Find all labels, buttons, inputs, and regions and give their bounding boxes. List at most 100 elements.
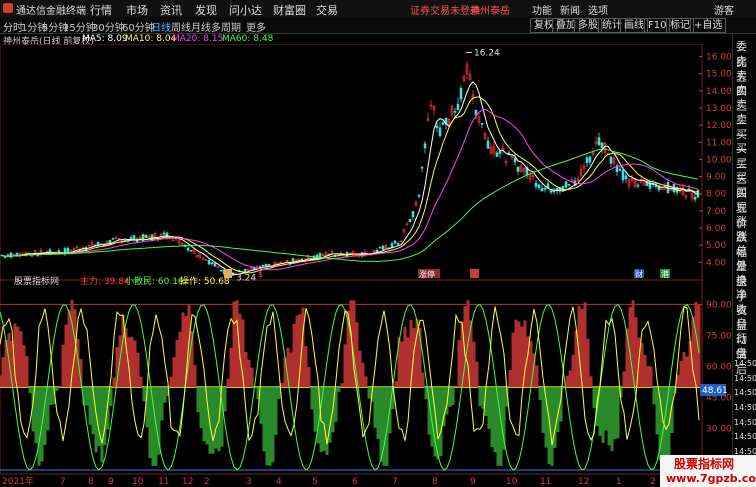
date-tick: 2: [650, 477, 656, 487]
candle-body: [171, 239, 175, 242]
date-tick: 3: [246, 477, 252, 487]
quote-sidebar: 委比 卖五 卖四 卖三 卖二 卖一 买一 买二 买三 买四 买五 现价 涨跌 涨幅 总量 外盘 换手 净资 收益 自动…: [732, 34, 756, 487]
price-tick: 12.00: [706, 121, 732, 131]
watermark-logo: 股票指标网 www.7gpzb.com: [660, 455, 756, 487]
candle-body: [219, 269, 223, 272]
menu-2[interactable]: 资讯: [160, 2, 182, 18]
date-tick: 9: [470, 477, 476, 487]
date-tick: 9: [108, 477, 114, 487]
sidebar-item: 14:50: [734, 373, 756, 383]
candle-body: [537, 184, 541, 188]
price-tick: 4.00: [706, 258, 726, 268]
candle-body: [435, 125, 439, 129]
candle-body: [213, 263, 217, 267]
candle-body: [540, 188, 544, 192]
period-tab-6[interactable]: 日线: [151, 19, 171, 34]
right-menu-2[interactable]: 选项: [588, 2, 608, 17]
date-tick: 8: [432, 477, 438, 487]
candle-body: [480, 122, 484, 125]
candle-body: [393, 240, 397, 244]
menu-5[interactable]: 财富圈: [273, 2, 306, 18]
right-menu-3[interactable]: 游客: [714, 2, 734, 17]
candle-body: [567, 183, 571, 186]
candle-body: [534, 182, 538, 187]
ma60-line: [1, 148, 699, 262]
ma-label-1: MA10: 8.04: [125, 34, 177, 44]
event-tag: [470, 269, 479, 278]
finance-tag-label: 财: [635, 269, 643, 279]
hk-tag-label: 港: [661, 269, 669, 279]
candle-body: [597, 137, 601, 146]
current-value: 48.61: [702, 386, 728, 396]
candle-body: [513, 157, 517, 163]
candle-body: [516, 166, 520, 172]
period-tab-0[interactable]: 分时: [3, 19, 23, 34]
indicator-tick: 90.00: [706, 300, 732, 310]
price-tick: 5.00: [706, 241, 726, 251]
sidebar-item: 14:50: [734, 403, 756, 412]
date-tick: 10: [132, 477, 144, 487]
period-tab-10[interactable]: 更多: [246, 19, 266, 34]
candle-body: [636, 184, 640, 187]
candle-body: [474, 109, 478, 116]
candle-body: [162, 232, 166, 235]
period-tab-7[interactable]: 周线: [171, 19, 191, 34]
price-tick: 10.00: [706, 155, 732, 165]
candle-body: [96, 242, 100, 246]
kline-chart[interactable]: 16.0015.0014.0013.0012.0011.0010.009.008…: [0, 44, 732, 487]
candle-body: [186, 247, 190, 251]
ma-label-3: MA60: 8.48: [222, 34, 274, 44]
right-menu-1[interactable]: 新闻: [560, 2, 580, 17]
candle-body: [621, 170, 625, 181]
period-tab-5[interactable]: 60分钟: [122, 19, 155, 34]
ma-label-2: MA20: 8.15: [172, 34, 224, 44]
menu-6[interactable]: 交易: [316, 2, 338, 18]
date-tick: 6: [352, 477, 358, 487]
toolbar-button-7[interactable]: +自选: [690, 18, 727, 33]
candle-body: [390, 243, 394, 248]
menu-0[interactable]: 行情: [90, 2, 112, 18]
period-tab-9[interactable]: 多周期: [211, 19, 241, 34]
period-tab-8[interactable]: 月线: [191, 19, 211, 34]
sidebar-item: 14:50: [734, 359, 756, 369]
price-tick: 8.00: [706, 190, 726, 200]
price-tick: 7.00: [706, 207, 726, 217]
candle-body: [291, 258, 295, 262]
sidebar-item: 14:50: [734, 432, 756, 442]
candle-body: [588, 156, 592, 163]
price-tick: 6.00: [706, 224, 726, 234]
candle-body: [261, 264, 265, 267]
date-tick: 12: [578, 477, 589, 487]
title-bar: 通达信金融终端 行情 市场 资讯 发现 问小达 财富圈 交易 证券交易未登录 神州泰岳 功能…: [0, 0, 756, 18]
candle-body: [423, 143, 427, 149]
candle-body: [144, 234, 148, 238]
period-tab-4[interactable]: 30分钟: [92, 19, 125, 34]
menu-1[interactable]: 市场: [126, 2, 148, 18]
candle-body: [585, 157, 589, 163]
price-tick: 14.00: [706, 87, 732, 97]
sidebar-item: 14:50: [734, 388, 756, 398]
date-tick: 12: [182, 477, 193, 487]
date-tick: 11: [158, 477, 169, 487]
ma10-line: [1, 96, 699, 274]
low-price-label: 3.24: [236, 273, 256, 283]
date-tick: 11: [540, 477, 551, 487]
candle-body: [411, 211, 415, 218]
candle-body: [438, 127, 442, 136]
sidebar-item: 14:50: [734, 417, 756, 427]
candle-body: [408, 218, 412, 223]
candle-body: [66, 247, 70, 253]
menu-3[interactable]: 发现: [195, 2, 217, 18]
indicator-tick: 75.00: [706, 331, 732, 341]
date-tick: 1: [616, 477, 622, 487]
candle-body: [417, 194, 421, 197]
right-menu-0[interactable]: 功能: [532, 2, 552, 17]
menu-4[interactable]: 问小达: [229, 2, 262, 18]
watermark-line2: www.7gpzb.com: [666, 472, 756, 485]
candle-body: [609, 156, 613, 164]
candle-body: [378, 246, 382, 249]
candle-body: [543, 187, 547, 190]
limit-up-tag-label: 涨停: [419, 269, 435, 279]
period-tab-3[interactable]: 15分钟: [63, 19, 96, 34]
ma-label-0: MA5: 8.09: [82, 34, 128, 44]
